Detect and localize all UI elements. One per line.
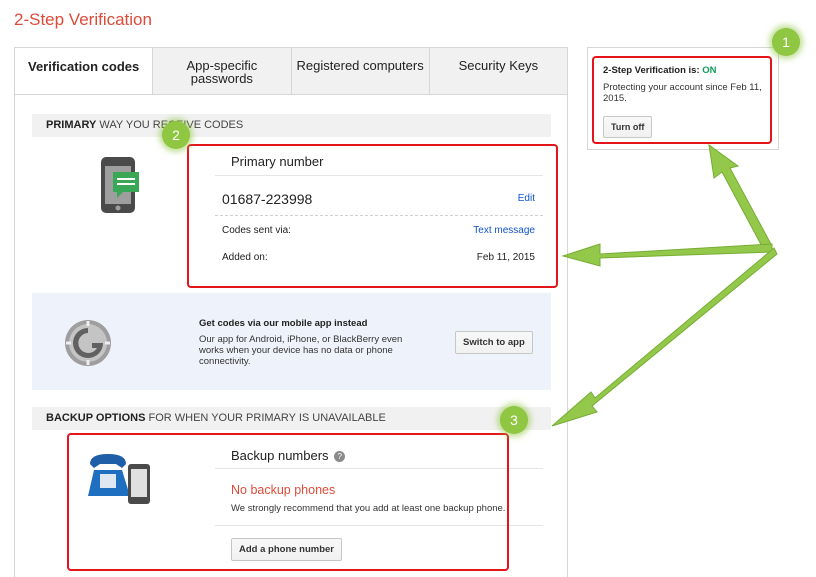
annotation-badge-1: 1 xyxy=(772,28,800,56)
annotation-arrows xyxy=(551,143,778,427)
annotation-badge-2: 2 xyxy=(162,121,190,149)
annotation-badge-3: 3 xyxy=(500,406,528,434)
